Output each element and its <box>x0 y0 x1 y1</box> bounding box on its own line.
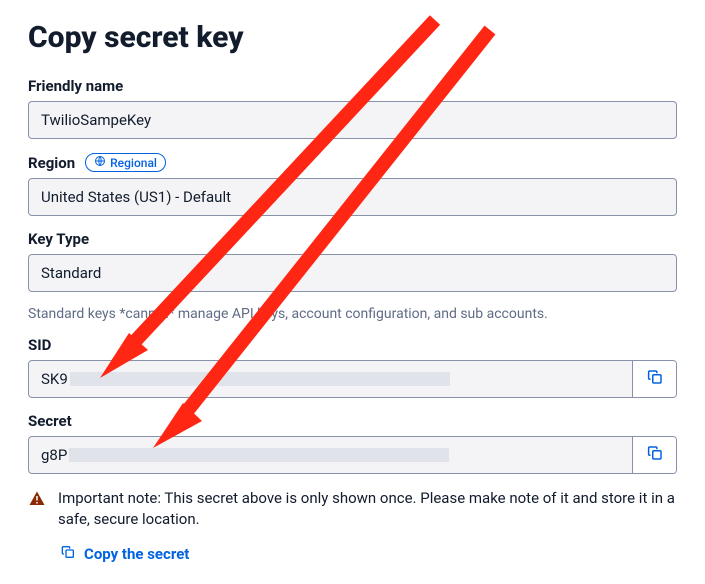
key-type-label: Key Type <box>28 230 89 248</box>
sid-mask <box>70 372 450 386</box>
page-title: Copy secret key <box>28 20 677 55</box>
copy-the-secret-button[interactable]: Copy the secret <box>60 544 189 564</box>
secret-mask <box>69 448 449 462</box>
sid-field: SID SK9 <box>28 336 677 398</box>
key-type-field: Key Type Standard <box>28 230 677 292</box>
secret-value: g8P <box>41 446 67 464</box>
friendly-name-input[interactable]: TwilioSampeKey <box>28 101 677 139</box>
regional-badge-text: Regional <box>110 156 157 170</box>
secret-copy-button[interactable] <box>632 437 676 473</box>
sid-copy-field: SK9 <box>28 360 677 398</box>
key-type-input[interactable]: Standard <box>28 254 677 292</box>
region-input[interactable]: United States (US1) - Default <box>28 178 677 216</box>
copy-the-secret-label: Copy the secret <box>84 545 189 563</box>
friendly-name-label: Friendly name <box>28 77 123 95</box>
globe-icon <box>94 155 106 170</box>
secret-copy-field: g8P <box>28 436 677 474</box>
region-field: Region Regional United States (US1) - De… <box>28 153 677 216</box>
sid-copy-button[interactable] <box>632 361 676 397</box>
important-note: Important note: This secret above is onl… <box>28 488 677 530</box>
friendly-name-field: Friendly name TwilioSampeKey <box>28 77 677 139</box>
copy-icon <box>60 544 76 564</box>
key-type-helper: Standard keys *cannot* manage API keys, … <box>28 306 677 322</box>
secret-label: Secret <box>28 412 72 430</box>
region-label: Region <box>28 154 75 172</box>
sid-value: SK9 <box>41 370 68 388</box>
copy-icon <box>646 444 664 466</box>
regional-badge: Regional <box>85 153 166 172</box>
note-text: Important note: This secret above is onl… <box>58 488 677 530</box>
warning-icon <box>28 490 46 530</box>
copy-icon <box>646 368 664 390</box>
secret-field: Secret g8P <box>28 412 677 474</box>
sid-label: SID <box>28 336 51 354</box>
